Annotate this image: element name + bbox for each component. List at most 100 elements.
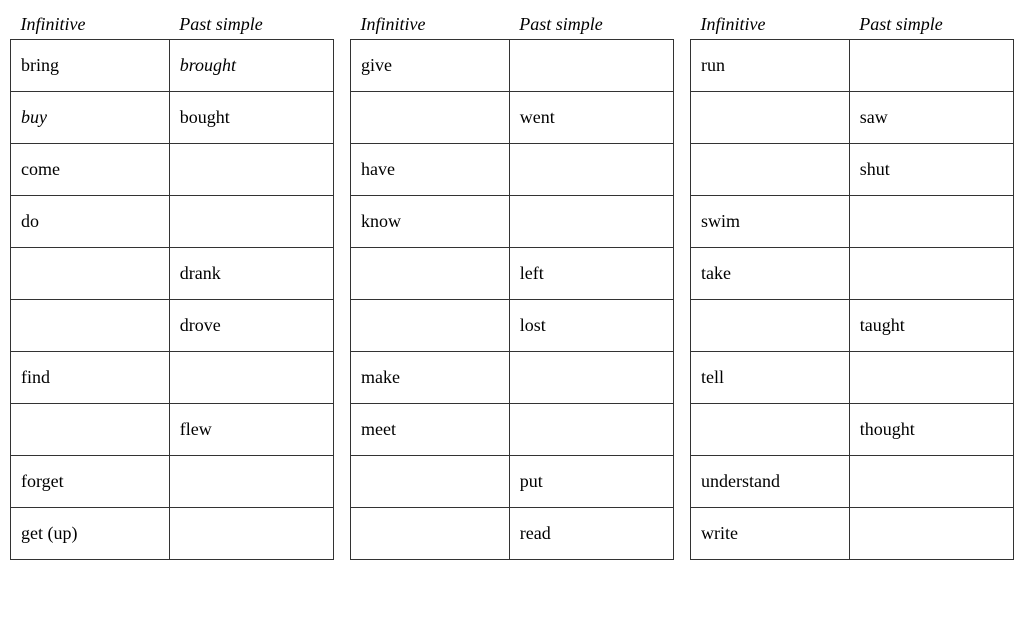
verb-table-3: InfinitivePast simplerunsawshutswimtaket… xyxy=(690,10,1014,560)
past-simple-cell: brought xyxy=(169,40,333,92)
past-simple-cell xyxy=(849,352,1013,404)
past-simple-cell xyxy=(169,508,333,560)
table-row: have xyxy=(351,144,674,196)
infinitive-cell: find xyxy=(11,352,170,404)
infinitive-cell xyxy=(691,300,850,352)
table-row: do xyxy=(11,196,334,248)
header-infinitive: Infinitive xyxy=(351,10,510,40)
past-simple-cell xyxy=(509,352,673,404)
infinitive-cell: bring xyxy=(11,40,170,92)
infinitive-cell: buy xyxy=(11,92,170,144)
table-row: put xyxy=(351,456,674,508)
past-simple-cell: left xyxy=(509,248,673,300)
table-row: find xyxy=(11,352,334,404)
infinitive-cell xyxy=(351,248,510,300)
past-simple-cell xyxy=(169,456,333,508)
past-simple-cell: saw xyxy=(849,92,1013,144)
table-row: taught xyxy=(691,300,1014,352)
infinitive-cell: meet xyxy=(351,404,510,456)
past-simple-cell: taught xyxy=(849,300,1013,352)
past-simple-cell xyxy=(509,144,673,196)
infinitive-cell: take xyxy=(691,248,850,300)
infinitive-cell xyxy=(11,248,170,300)
table-row: know xyxy=(351,196,674,248)
infinitive-cell xyxy=(351,456,510,508)
table-row: run xyxy=(691,40,1014,92)
infinitive-cell: forget xyxy=(11,456,170,508)
table-row: bringbrought xyxy=(11,40,334,92)
infinitive-cell xyxy=(351,92,510,144)
infinitive-cell xyxy=(691,404,850,456)
infinitive-cell: swim xyxy=(691,196,850,248)
verb-table-1: InfinitivePast simplebringbroughtbuyboug… xyxy=(10,10,334,560)
infinitive-cell: give xyxy=(351,40,510,92)
table-row: take xyxy=(691,248,1014,300)
table-row: meet xyxy=(351,404,674,456)
past-simple-cell: put xyxy=(509,456,673,508)
past-simple-cell xyxy=(509,40,673,92)
past-simple-cell: flew xyxy=(169,404,333,456)
table-row: read xyxy=(351,508,674,560)
infinitive-cell xyxy=(11,300,170,352)
header-infinitive: Infinitive xyxy=(691,10,850,40)
table-row: lost xyxy=(351,300,674,352)
table-row: swim xyxy=(691,196,1014,248)
table-row: drank xyxy=(11,248,334,300)
header-infinitive: Infinitive xyxy=(11,10,170,40)
infinitive-cell: understand xyxy=(691,456,850,508)
past-simple-cell xyxy=(509,404,673,456)
past-simple-cell xyxy=(849,248,1013,300)
past-simple-cell: drove xyxy=(169,300,333,352)
infinitive-cell: come xyxy=(11,144,170,196)
table-row: give xyxy=(351,40,674,92)
past-simple-cell: thought xyxy=(849,404,1013,456)
past-simple-cell: read xyxy=(509,508,673,560)
table-row: saw xyxy=(691,92,1014,144)
past-simple-cell: shut xyxy=(849,144,1013,196)
page-wrapper: InfinitivePast simplebringbroughtbuyboug… xyxy=(10,10,1014,560)
table-separator xyxy=(674,10,690,560)
infinitive-cell: run xyxy=(691,40,850,92)
table-row: thought xyxy=(691,404,1014,456)
past-simple-cell: drank xyxy=(169,248,333,300)
table-row: flew xyxy=(11,404,334,456)
past-simple-cell: bought xyxy=(169,92,333,144)
infinitive-cell xyxy=(691,144,850,196)
infinitive-cell: do xyxy=(11,196,170,248)
table-row: buybought xyxy=(11,92,334,144)
header-past-simple: Past simple xyxy=(509,10,673,40)
past-simple-cell xyxy=(849,456,1013,508)
table-row: tell xyxy=(691,352,1014,404)
past-simple-cell xyxy=(509,196,673,248)
infinitive-cell: write xyxy=(691,508,850,560)
past-simple-cell: went xyxy=(509,92,673,144)
table-row: make xyxy=(351,352,674,404)
infinitive-cell xyxy=(351,300,510,352)
table-row: write xyxy=(691,508,1014,560)
tables-container: InfinitivePast simplebringbroughtbuyboug… xyxy=(10,10,1014,560)
table-row: get (up) xyxy=(11,508,334,560)
table-row: drove xyxy=(11,300,334,352)
past-simple-cell xyxy=(169,352,333,404)
infinitive-cell: tell xyxy=(691,352,850,404)
past-simple-cell xyxy=(849,508,1013,560)
table-row: come xyxy=(11,144,334,196)
past-simple-cell xyxy=(169,196,333,248)
infinitive-cell: know xyxy=(351,196,510,248)
header-past-simple: Past simple xyxy=(169,10,333,40)
past-simple-cell xyxy=(169,144,333,196)
infinitive-cell: get (up) xyxy=(11,508,170,560)
table-row: went xyxy=(351,92,674,144)
infinitive-cell xyxy=(691,92,850,144)
infinitive-cell: make xyxy=(351,352,510,404)
table-row: understand xyxy=(691,456,1014,508)
table-separator xyxy=(334,10,350,560)
past-simple-cell: lost xyxy=(509,300,673,352)
table-row: left xyxy=(351,248,674,300)
infinitive-cell xyxy=(11,404,170,456)
verb-table-2: InfinitivePast simplegivewenthaveknowlef… xyxy=(350,10,674,560)
header-past-simple: Past simple xyxy=(849,10,1013,40)
infinitive-cell: have xyxy=(351,144,510,196)
infinitive-cell xyxy=(351,508,510,560)
past-simple-cell xyxy=(849,40,1013,92)
